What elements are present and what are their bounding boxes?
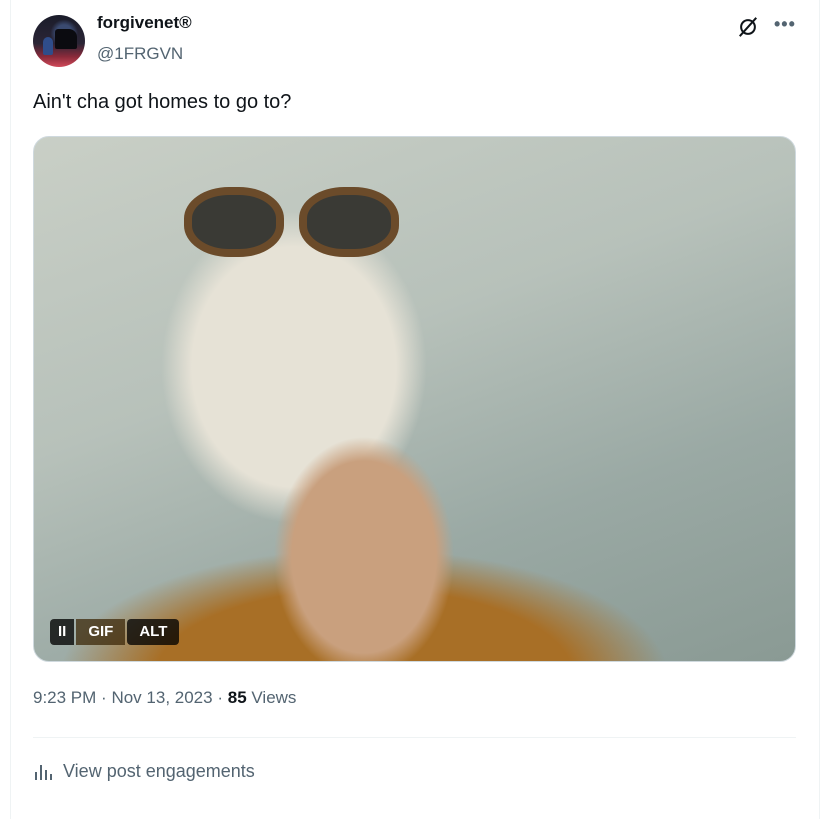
view-engagements-link[interactable]: View post engagements: [33, 761, 255, 782]
media-badges: II GIF ALT: [50, 619, 180, 645]
media-sunglasses: [184, 187, 404, 262]
separator: ·: [101, 688, 107, 707]
engagements-label: View post engagements: [63, 761, 255, 781]
views-count: 85: [227, 688, 247, 707]
views-label: Views: [251, 688, 297, 707]
alt-button[interactable]: ALT: [127, 619, 180, 645]
avatar-person: [43, 37, 53, 55]
avatar-piano: [55, 29, 77, 49]
bar-chart-icon: [35, 764, 52, 780]
user-handle[interactable]: @1FRGVN: [97, 44, 183, 64]
separator: ·: [217, 688, 223, 707]
post-meta: 9:23 PM · Nov 13, 2023 · 85 Views: [33, 688, 296, 708]
gif-badge: GIF: [76, 619, 126, 645]
divider: [33, 737, 796, 738]
grok-icon[interactable]: [737, 16, 759, 38]
avatar[interactable]: [33, 15, 85, 67]
pause-button[interactable]: II: [50, 619, 75, 645]
gif-media[interactable]: II GIF ALT: [33, 136, 796, 662]
display-name[interactable]: forgivenet®: [97, 13, 192, 33]
post-date[interactable]: Nov 13, 2023: [111, 688, 212, 707]
post-text: Ain't cha got homes to go to?: [33, 91, 292, 113]
more-icon[interactable]: •••: [774, 14, 796, 35]
post-time[interactable]: 9:23 PM: [33, 688, 96, 707]
